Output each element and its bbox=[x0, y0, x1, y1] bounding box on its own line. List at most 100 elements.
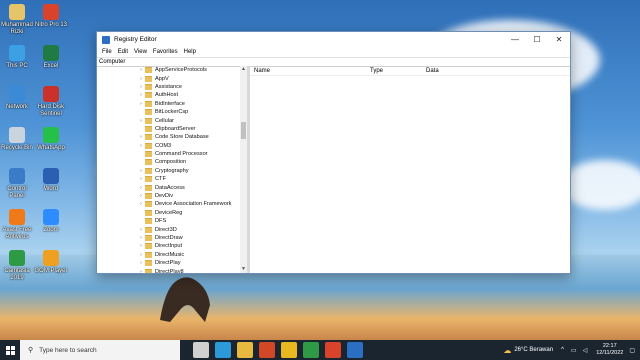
desktop-icon[interactable]: Control Panel bbox=[0, 168, 34, 200]
volume-icon[interactable]: ◁ bbox=[583, 347, 588, 354]
expand-arrow-icon[interactable]: › bbox=[137, 260, 145, 266]
tree-item[interactable]: › Cellular bbox=[97, 116, 247, 124]
tree-item[interactable]: DeviceReg bbox=[97, 209, 247, 217]
expand-arrow-icon[interactable]: › bbox=[137, 193, 145, 199]
tree-item[interactable]: › Device Association Framework bbox=[97, 200, 247, 208]
minimize-button[interactable]: — bbox=[504, 32, 526, 47]
start-button[interactable] bbox=[0, 340, 20, 360]
expand-arrow-icon[interactable]: › bbox=[137, 101, 145, 107]
tree-item[interactable]: › DevDiv bbox=[97, 192, 247, 200]
expand-arrow-icon[interactable]: › bbox=[137, 118, 145, 124]
close-button[interactable]: ✕ bbox=[548, 32, 570, 47]
column-data[interactable]: Data bbox=[426, 68, 439, 74]
tree-item[interactable]: › AppServiceProtocols bbox=[97, 66, 247, 74]
column-name[interactable]: Name bbox=[250, 68, 370, 74]
expand-arrow-icon[interactable]: › bbox=[137, 84, 145, 90]
tree-item[interactable]: › DirectInput bbox=[97, 242, 247, 250]
scroll-thumb[interactable] bbox=[241, 122, 246, 139]
desktop-icon[interactable]: Word bbox=[34, 168, 68, 193]
desktop-icon-label: Muhammad Rizki bbox=[1, 22, 33, 35]
tree-item[interactable]: › Code Store Database bbox=[97, 133, 247, 141]
tree-item[interactable]: BitLockerCsp bbox=[97, 108, 247, 116]
scroll-down-icon[interactable]: ▼ bbox=[240, 266, 247, 273]
expand-arrow-icon[interactable]: › bbox=[137, 92, 145, 98]
clock[interactable]: 22:17 12/11/2022 bbox=[596, 343, 623, 357]
network-icon[interactable]: ▭ bbox=[571, 347, 577, 354]
weather-text[interactable]: 26°C Berawan bbox=[514, 347, 553, 353]
tree-item[interactable]: › DataAccess bbox=[97, 183, 247, 191]
menu-help[interactable]: Help bbox=[181, 49, 199, 55]
tree-item[interactable]: DFS bbox=[97, 217, 247, 225]
menu-favorites[interactable]: Favorites bbox=[150, 49, 181, 55]
tree-item[interactable]: › AuthHost bbox=[97, 91, 247, 99]
tree-item[interactable]: › COM3 bbox=[97, 142, 247, 150]
desktop-icon[interactable]: Muhammad Rizki bbox=[0, 4, 34, 36]
regedit-taskbar-icon[interactable] bbox=[347, 342, 363, 358]
folder-icon bbox=[145, 201, 152, 208]
tree-item[interactable]: ClipboardServer bbox=[97, 125, 247, 133]
expand-arrow-icon[interactable]: › bbox=[137, 67, 145, 73]
task-view-icon[interactable] bbox=[193, 342, 209, 358]
expand-arrow-icon[interactable]: › bbox=[137, 176, 145, 182]
expand-arrow-icon[interactable]: › bbox=[137, 185, 145, 191]
registry-tree[interactable]: › AppServiceProtocols › AppV › Assistance › Aut… bbox=[97, 66, 250, 273]
expand-arrow-icon[interactable]: › bbox=[137, 227, 145, 233]
chrome-icon[interactable] bbox=[281, 342, 297, 358]
expand-arrow-icon[interactable]: › bbox=[137, 143, 145, 149]
tree-scrollbar[interactable]: ▲ ▼ bbox=[240, 66, 247, 273]
expand-arrow-icon[interactable]: › bbox=[137, 252, 145, 258]
desktop-icon[interactable]: Excel bbox=[34, 45, 68, 70]
expand-arrow-icon[interactable]: › bbox=[137, 134, 145, 140]
nitro-taskbar-icon[interactable] bbox=[325, 342, 341, 358]
expand-arrow-icon[interactable]: › bbox=[137, 76, 145, 82]
notification-icon[interactable]: ▢ bbox=[629, 347, 635, 354]
desktop-icon[interactable]: This PC bbox=[0, 45, 34, 70]
maximize-button[interactable]: ☐ bbox=[526, 32, 548, 47]
desktop-icon[interactable]: Nitro Pro 13 bbox=[34, 4, 68, 29]
expand-arrow-icon[interactable]: › bbox=[137, 235, 145, 241]
tree-item[interactable]: › CTF bbox=[97, 175, 247, 183]
taskbar-search[interactable]: ⚲ Type here to search bbox=[20, 340, 180, 360]
expand-arrow-icon[interactable]: › bbox=[137, 168, 145, 174]
tray-overflow-icon[interactable]: ^ bbox=[561, 347, 564, 353]
edge-icon[interactable] bbox=[215, 342, 231, 358]
desktop-icon[interactable]: Recycle Bin bbox=[0, 127, 34, 152]
tree-item[interactable]: › AppV bbox=[97, 74, 247, 82]
tree-item-label: Command Processor bbox=[155, 151, 208, 158]
tree-item[interactable]: › DirectPlay bbox=[97, 259, 247, 267]
tree-item[interactable]: › Direct3D bbox=[97, 225, 247, 233]
powerpoint-icon[interactable] bbox=[259, 342, 275, 358]
scroll-up-icon[interactable]: ▲ bbox=[240, 66, 247, 73]
control-panel-icon bbox=[9, 168, 25, 184]
tree-item[interactable]: Composition bbox=[97, 158, 247, 166]
menu-file[interactable]: File bbox=[99, 49, 115, 55]
this-pc-icon bbox=[9, 45, 25, 61]
desktop-icon[interactable]: Zoom bbox=[34, 209, 68, 234]
tree-item[interactable]: › DirectMusic bbox=[97, 251, 247, 259]
tree-item-label: AppServiceProtocols bbox=[155, 67, 207, 74]
expand-arrow-icon[interactable]: › bbox=[137, 269, 145, 273]
expand-arrow-icon[interactable]: › bbox=[137, 201, 145, 207]
desktop-icon[interactable]: Network bbox=[0, 86, 34, 111]
menu-view[interactable]: View bbox=[131, 49, 150, 55]
tree-item[interactable]: › Cryptography bbox=[97, 167, 247, 175]
desktop-icon[interactable]: WhatsApp bbox=[34, 127, 68, 152]
desktop-icon[interactable]: Avast Free Antivirus bbox=[0, 209, 34, 241]
tree-item[interactable]: › DirectDraw bbox=[97, 234, 247, 242]
desktop-icon[interactable]: GOM Player bbox=[34, 250, 68, 275]
desktop-icon-label: Camtasia 2019 bbox=[4, 268, 30, 281]
desktop-icon[interactable]: Hard Disk Sentinel bbox=[34, 86, 68, 118]
menu-edit[interactable]: Edit bbox=[115, 49, 131, 55]
column-type[interactable]: Type bbox=[370, 68, 426, 74]
tree-item[interactable]: › BidInterface bbox=[97, 100, 247, 108]
expand-arrow-icon[interactable]: › bbox=[137, 243, 145, 249]
tree-item[interactable]: Command Processor bbox=[97, 150, 247, 158]
camtasia-taskbar-icon[interactable] bbox=[303, 342, 319, 358]
values-pane[interactable]: Name Type Data bbox=[250, 66, 570, 273]
desktop-icon[interactable]: Camtasia 2019 bbox=[0, 250, 34, 282]
tree-item[interactable]: › DirectPlay8 bbox=[97, 267, 247, 273]
title-bar[interactable]: Registry Editor — ☐ ✕ bbox=[97, 32, 570, 47]
file-explorer-icon[interactable] bbox=[237, 342, 253, 358]
tree-item-label: BidInterface bbox=[155, 100, 185, 107]
tree-item[interactable]: › Assistance bbox=[97, 83, 247, 91]
